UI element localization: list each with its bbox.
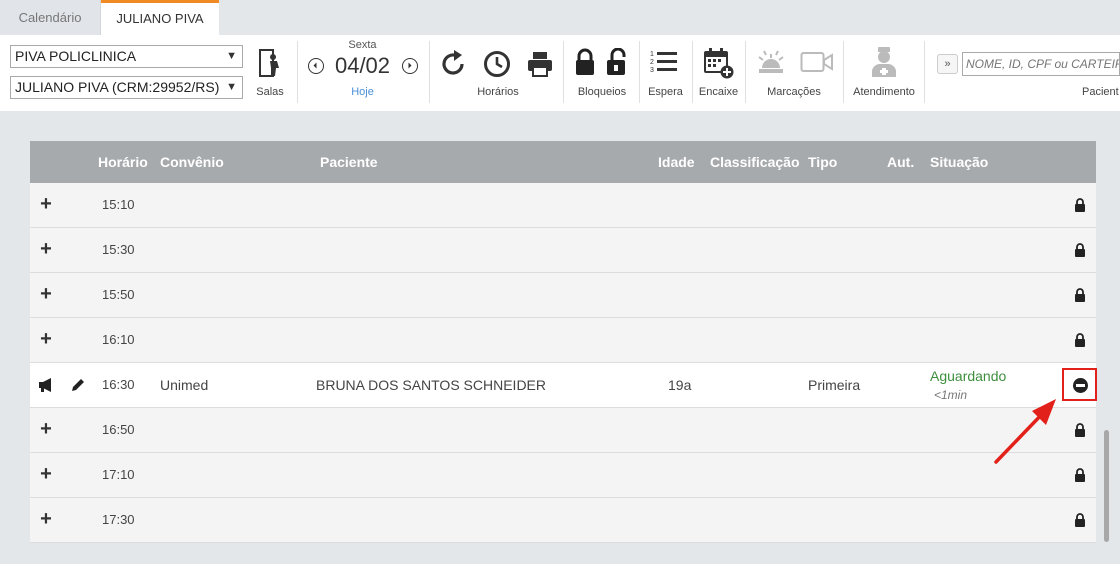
table-row[interactable]: + 17:30: [30, 498, 1096, 543]
status-text: Aguardando: [930, 368, 1007, 384]
col-paciente[interactable]: Paciente: [320, 154, 378, 170]
printer-icon[interactable]: [526, 50, 554, 78]
date-navigator: Sexta 04/02 Hoje: [300, 35, 425, 111]
col-horario[interactable]: Horário: [98, 154, 148, 170]
bloqueios-label: Bloqueios: [577, 86, 627, 98]
lock-icon[interactable]: [1074, 423, 1086, 437]
slot-time: 16:10: [102, 332, 135, 347]
search-toggle-button[interactable]: »: [937, 54, 958, 74]
next-day-button[interactable]: [402, 58, 418, 74]
col-classificacao[interactable]: Classificação: [710, 154, 800, 170]
atendimento-label: Atendimento: [853, 86, 915, 98]
cancel-appointment-button[interactable]: [1062, 368, 1097, 401]
lock-icon[interactable]: [1074, 513, 1086, 527]
svg-text:2: 2: [650, 59, 654, 66]
slot-time: 16:50: [102, 422, 135, 437]
table-row[interactable]: + 15:30: [30, 228, 1096, 273]
door-person-icon: [259, 49, 279, 77]
table-row[interactable]: + 15:50: [30, 273, 1096, 318]
lock-icon[interactable]: [1074, 243, 1086, 257]
video-camera-icon[interactable]: [800, 50, 834, 74]
divider: [843, 41, 844, 103]
divider: [297, 41, 298, 103]
col-situacao[interactable]: Situação: [930, 154, 988, 170]
tab-bar: Calendário JULIANO PIVA: [0, 0, 1120, 35]
chevron-down-icon: ▼: [226, 81, 237, 93]
scrollbar[interactable]: [1104, 430, 1109, 542]
marcacoes-label: Marcações: [767, 86, 821, 98]
toolbar: PIVA POLICLINICA ▼ JULIANO PIVA (CRM:299…: [0, 35, 1120, 111]
doctor-select-value: JULIANO PIVA (CRM:29952/RS): [15, 79, 220, 95]
table-row[interactable]: + 16:10: [30, 318, 1096, 363]
lock-icon[interactable]: [1074, 468, 1086, 482]
patient-name-cell[interactable]: BRUNA DOS SANTOS SCHNEIDER: [316, 377, 546, 393]
status-elapsed: <1min: [934, 388, 968, 402]
doctor-icon[interactable]: [869, 46, 899, 78]
divider: [924, 41, 925, 103]
lock-icon[interactable]: [1074, 288, 1086, 302]
chevron-right-icon: [408, 62, 412, 69]
add-appointment-button[interactable]: +: [38, 419, 54, 439]
patient-search-input[interactable]: [962, 52, 1120, 76]
calendar-add-icon[interactable]: [702, 47, 734, 79]
slot-time: 17:30: [102, 512, 135, 527]
salas-label: Salas: [256, 86, 284, 98]
table-header: Horário Convênio Paciente Idade Classifi…: [30, 141, 1096, 183]
slot-time: 16:30: [102, 377, 135, 392]
add-appointment-button[interactable]: +: [38, 509, 54, 529]
tab-calendario[interactable]: Calendário: [0, 0, 101, 35]
slot-time: 17:10: [102, 467, 135, 482]
tab-juliano-piva[interactable]: JULIANO PIVA: [101, 0, 219, 35]
horarios-label: Horários: [477, 86, 519, 98]
remove-circle-icon: [1073, 378, 1088, 393]
schedule-table: Horário Convênio Paciente Idade Classifi…: [30, 141, 1097, 543]
col-convenio[interactable]: Convênio: [160, 154, 224, 170]
slot-time: 15:30: [102, 242, 135, 257]
add-appointment-button[interactable]: +: [38, 464, 54, 484]
clinic-select[interactable]: PIVA POLICLINICA ▼: [10, 45, 243, 68]
chevron-down-icon: ▼: [226, 50, 237, 62]
megaphone-icon[interactable]: [38, 378, 54, 392]
table-row[interactable]: + 17:10: [30, 453, 1096, 498]
unlock-icon[interactable]: [605, 48, 629, 76]
convenio-cell: Unimed: [160, 377, 209, 393]
espera-label: Espera: [648, 86, 683, 98]
slot-time: 15:10: [102, 197, 135, 212]
col-tipo[interactable]: Tipo: [808, 154, 837, 170]
divider: [745, 41, 746, 103]
svg-text:3: 3: [650, 67, 654, 74]
doctor-select[interactable]: JULIANO PIVA (CRM:29952/RS) ▼: [10, 76, 243, 99]
divider: [429, 41, 430, 103]
add-appointment-button[interactable]: +: [38, 194, 54, 214]
add-appointment-button[interactable]: +: [38, 284, 54, 304]
today-link[interactable]: Hoje: [300, 86, 425, 98]
search-label: Pacient: [1082, 86, 1119, 98]
clinic-select-value: PIVA POLICLINICA: [15, 48, 137, 64]
divider: [692, 41, 693, 103]
refresh-icon[interactable]: [440, 50, 468, 78]
type-cell: Primeira: [808, 377, 861, 393]
lock-icon[interactable]: [1074, 198, 1086, 212]
table-row[interactable]: + 15:10: [30, 183, 1096, 228]
table-row[interactable]: + 16:50: [30, 408, 1096, 453]
table-row-booked[interactable]: 16:30 Unimed BRUNA DOS SANTOS SCHNEIDER …: [30, 363, 1097, 408]
divider: [563, 41, 564, 103]
slot-time: 15:50: [102, 287, 135, 302]
col-idade[interactable]: Idade: [658, 154, 695, 170]
add-appointment-button[interactable]: +: [38, 329, 54, 349]
clock-icon[interactable]: [483, 50, 511, 78]
lock-icon[interactable]: [574, 48, 596, 76]
add-appointment-button[interactable]: +: [38, 239, 54, 259]
annotation-arrow: [994, 399, 1056, 464]
encaixe-label: Encaixe: [698, 86, 739, 98]
bell-alert-icon[interactable]: [755, 48, 787, 76]
lock-icon[interactable]: [1074, 333, 1086, 347]
list-numbered-icon[interactable]: 1 2 3: [650, 49, 678, 75]
svg-text:1: 1: [650, 51, 654, 58]
edit-pencil-icon[interactable]: [71, 378, 85, 392]
age-cell: 19a: [668, 377, 692, 393]
divider: [639, 41, 640, 103]
date-day: Sexta: [348, 39, 377, 51]
col-aut[interactable]: Aut.: [887, 154, 914, 170]
